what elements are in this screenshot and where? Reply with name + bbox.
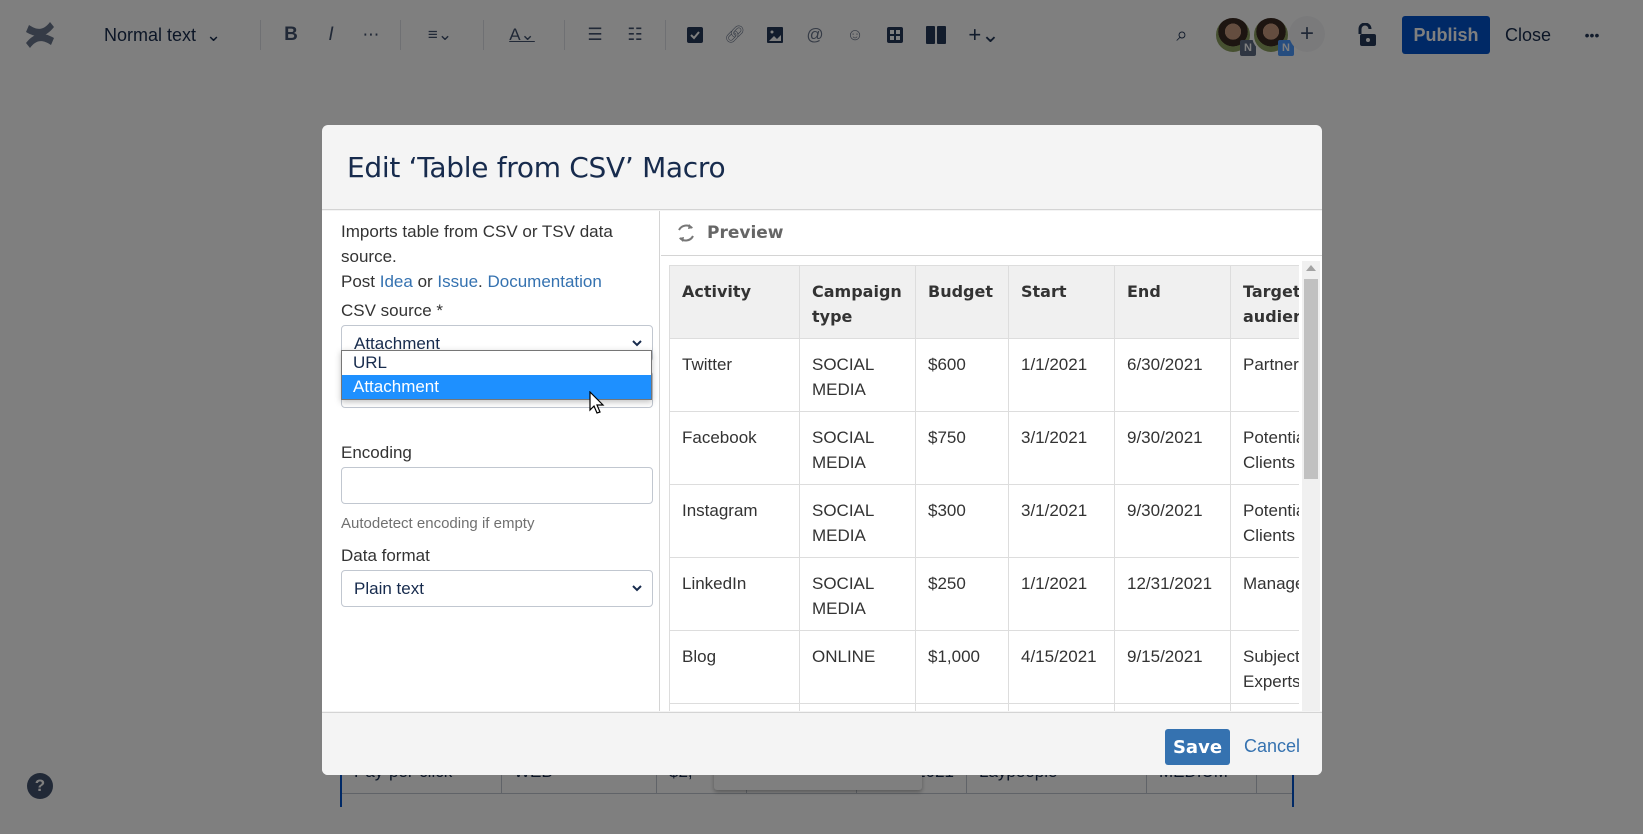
encoding-label: Encoding xyxy=(341,443,412,462)
encoding-hint: Autodetect encoding if empty xyxy=(341,515,535,532)
table-cell: $1,000 xyxy=(915,630,1009,704)
table-cell: Cyber xyxy=(1230,703,1299,711)
table-cell: SOCIAL MEDIA xyxy=(799,338,916,412)
table-cell: SOCIAL MEDIA xyxy=(799,557,916,631)
table-cell: 6/30/2021 xyxy=(1114,338,1231,412)
preview-label: Preview xyxy=(707,223,784,243)
table-cell: $250 xyxy=(915,557,1009,631)
preview-header[interactable]: Preview xyxy=(661,211,1322,256)
table-cell: 12/31/2021 xyxy=(1114,557,1231,631)
or-text: or xyxy=(412,272,438,291)
data-format-value: Plain text xyxy=(354,578,424,598)
table-row: Facebook SOCIAL MEDIA $750 3/1/2021 9/30/202… xyxy=(669,411,1299,485)
macro-edit-dialog: Edit ‘Table from CSV’ Macro Imports tabl… xyxy=(322,125,1322,775)
preview-table-container: Activity Campaign type Budget Start End … xyxy=(669,265,1299,711)
period-text: . xyxy=(478,272,488,291)
table-cell: Partners xyxy=(1230,338,1299,412)
encoding-input[interactable] xyxy=(341,467,653,504)
table-cell: ONLINE xyxy=(799,630,916,704)
table-cell: 9/15/2021 xyxy=(1114,630,1231,704)
table-cell: 3/1/2021 xyxy=(1008,411,1115,485)
description-text: Imports table from CSV or TSV data sourc… xyxy=(341,222,613,266)
data-format-select[interactable]: Plain text xyxy=(341,570,653,607)
preview-pane: Preview Activity Campaign type Budget St… xyxy=(661,211,1322,711)
table-cell: Instagram xyxy=(669,484,800,558)
column-header: Target audience xyxy=(1230,265,1299,339)
documentation-link[interactable]: Documentation xyxy=(488,272,602,291)
cancel-button[interactable]: Cancel xyxy=(1244,736,1300,757)
column-header: End xyxy=(1114,265,1231,339)
csv-source-label: CSV source * xyxy=(341,301,444,320)
column-header: Start xyxy=(1008,265,1115,339)
preview-table: Activity Campaign type Budget Start End … xyxy=(669,265,1299,711)
table-cell: SOCIAL MEDIA xyxy=(799,411,916,485)
dialog-title: Edit ‘Table from CSV’ Macro xyxy=(347,151,726,184)
macro-description: Imports table from CSV or TSV data sourc… xyxy=(341,219,641,294)
dialog-body: Imports table from CSV or TSV data sourc… xyxy=(322,211,1322,711)
column-header: Budget xyxy=(915,265,1009,339)
table-row: Twitter SOCIAL MEDIA $600 1/1/2021 6/30/2021… xyxy=(669,338,1299,412)
table-cell: Potential Clients xyxy=(1230,484,1299,558)
table-row: Instagram SOCIAL MEDIA $300 3/1/2021 9/30/20… xyxy=(669,484,1299,558)
save-button[interactable]: Save xyxy=(1165,729,1230,765)
scroll-up-arrow-icon[interactable] xyxy=(1306,265,1316,271)
refresh-icon[interactable] xyxy=(675,222,697,244)
table-cell: Blog xyxy=(669,630,800,704)
table-cell: 3/1/2021 xyxy=(1008,484,1115,558)
csv-source-dropdown-list: URL Attachment xyxy=(341,350,652,400)
table-cell: SOCIAL MEDIA xyxy=(799,484,916,558)
table-cell: $2,000 xyxy=(915,703,1009,711)
table-cell: Subject Matter Experts xyxy=(1230,630,1299,704)
table-cell: 3/15/2021 xyxy=(1114,703,1231,711)
table-cell: 1/1/2021 xyxy=(1008,338,1115,412)
scrollbar-thumb[interactable] xyxy=(1304,279,1318,479)
table-cell: 1/1/2021 xyxy=(1008,703,1115,711)
table-cell: 4/15/2021 xyxy=(1008,630,1115,704)
table-cell: ONLINE xyxy=(799,703,916,711)
dialog-footer: Save Cancel xyxy=(322,712,1322,775)
table-row: WebsiteONLINE$2,0001/1/20213/15/2021Cybe… xyxy=(669,703,1299,711)
macro-parameters-pane: Imports table from CSV or TSV data sourc… xyxy=(322,211,660,711)
post-text: Post xyxy=(341,272,380,291)
data-format-label: Data format xyxy=(341,546,430,565)
table-cell: Twitter xyxy=(669,338,800,412)
mouse-cursor-icon xyxy=(589,391,605,414)
table-row: LinkedIn SOCIAL MEDIA $250 1/1/2021 12/31/20… xyxy=(669,557,1299,631)
column-header: Activity xyxy=(669,265,800,339)
table-cell: Facebook xyxy=(669,411,800,485)
table-cell: 9/30/2021 xyxy=(1114,484,1231,558)
table-cell: Website xyxy=(669,703,800,711)
table-cell: $750 xyxy=(915,411,1009,485)
table-cell: Potential Clients xyxy=(1230,411,1299,485)
preview-scrollbar[interactable] xyxy=(1302,261,1320,711)
table-cell: Managers xyxy=(1230,557,1299,631)
table-row: Blog ONLINE $1,000 4/15/2021 9/15/2021 Subjec… xyxy=(669,630,1299,704)
table-cell: $600 xyxy=(915,338,1009,412)
chevron-down-icon xyxy=(632,340,642,347)
dropdown-option-url[interactable]: URL xyxy=(342,351,651,375)
table-cell: LinkedIn xyxy=(669,557,800,631)
chevron-down-icon xyxy=(632,585,642,592)
column-header: Campaign type xyxy=(799,265,916,339)
dialog-header: Edit ‘Table from CSV’ Macro xyxy=(322,125,1322,210)
issue-link[interactable]: Issue xyxy=(437,272,478,291)
idea-link[interactable]: Idea xyxy=(380,272,413,291)
table-cell: 9/30/2021 xyxy=(1114,411,1231,485)
table-cell: 1/1/2021 xyxy=(1008,557,1115,631)
table-header-row: Activity Campaign type Budget Start End … xyxy=(669,265,1299,339)
table-cell: $300 xyxy=(915,484,1009,558)
